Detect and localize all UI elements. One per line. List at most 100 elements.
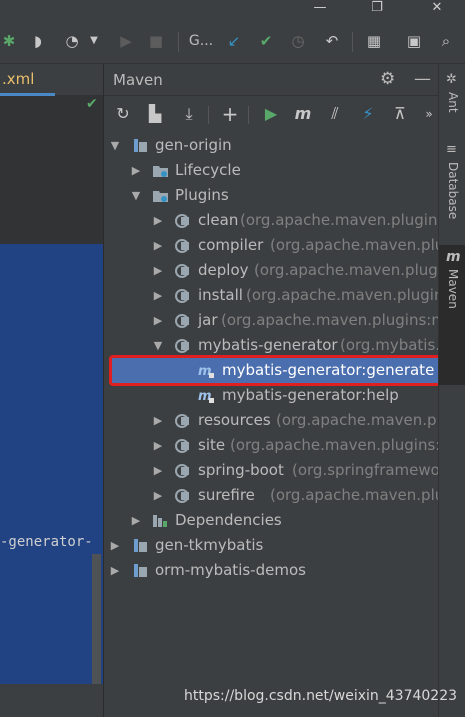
collapsed-arrow-icon[interactable]: ▶ bbox=[152, 208, 164, 233]
tree-item-dependencies[interactable]: ▶ Dependencies bbox=[104, 508, 439, 533]
tree-item-plugin-resources[interactable]: ▶ resources (org.apache.maven.plu bbox=[104, 408, 451, 433]
add-icon[interactable]: + bbox=[219, 104, 241, 124]
maven-toolbar: ↻ ▙ ⤓ + ▶ m ⫽ ⚡ ⊼ » bbox=[104, 97, 439, 131]
search-icon[interactable]: ⌕ bbox=[436, 31, 456, 51]
side-tab-maven[interactable]: m Maven bbox=[439, 245, 465, 385]
toolbar-separator bbox=[248, 106, 249, 124]
expanded-arrow-icon[interactable]: ▼ bbox=[130, 183, 142, 208]
watermark-text: https://blog.csdn.net/weixin_43740223 bbox=[184, 688, 458, 704]
maven-panel-header: Maven ⚙ — bbox=[104, 64, 439, 96]
execute-goal-icon[interactable]: m bbox=[292, 104, 314, 124]
vcs-commit-icon[interactable]: ✔ bbox=[256, 31, 276, 51]
tree-item-label: Lifecycle bbox=[175, 161, 241, 179]
stop-icon[interactable]: ■ bbox=[146, 31, 166, 51]
run-icon[interactable]: ▶ bbox=[260, 104, 282, 124]
coverage-icon[interactable]: ◗ bbox=[28, 31, 48, 51]
close-icon[interactable]: ✕ bbox=[417, 0, 457, 18]
tree-item-plugin-compiler[interactable]: ▶ compiler (org.apache.maven.plug bbox=[104, 233, 454, 258]
collapsed-arrow-icon[interactable]: ▶ bbox=[109, 558, 121, 583]
tree-item-label: gen-origin bbox=[155, 136, 232, 154]
editor-code-fragment: -generator- bbox=[0, 534, 93, 550]
tree-item-gen-tkmybatis[interactable]: ▶ gen-tkmybatis bbox=[104, 533, 439, 558]
tree-item-plugin-surefire[interactable]: ▶ surefire (org.apache.maven.plugi bbox=[104, 483, 458, 508]
rollback-icon[interactable]: ↶ bbox=[322, 31, 342, 51]
download-icon[interactable]: ⤓ bbox=[178, 104, 200, 124]
plugin-icon bbox=[175, 214, 189, 228]
tree-item-label: install bbox=[198, 286, 243, 304]
tree-item-detail: (org.apache.maven.plugins:m bbox=[230, 436, 455, 454]
restore-icon[interactable]: ❐ bbox=[357, 0, 397, 18]
collapsed-arrow-icon[interactable]: ▶ bbox=[152, 458, 164, 483]
build-icon[interactable]: ▶ bbox=[116, 31, 136, 51]
collapsed-arrow-icon[interactable]: ▶ bbox=[152, 408, 164, 433]
generate-sources-icon[interactable]: ▙ bbox=[144, 104, 166, 124]
inspection-ok-icon: ✔ bbox=[86, 96, 98, 112]
vcs-update-icon[interactable]: ↙ bbox=[224, 31, 244, 51]
tree-item-plugin-site[interactable]: ▶ site (org.apache.maven.plugins:m bbox=[104, 433, 455, 458]
run-config-label[interactable]: G... bbox=[186, 31, 216, 51]
more-icon[interactable]: » bbox=[418, 104, 440, 124]
tree-item-plugin-clean[interactable]: ▶ clean (org.apache.maven.plugins: bbox=[104, 208, 451, 233]
plugin-icon bbox=[175, 339, 189, 353]
collapsed-arrow-icon[interactable]: ▶ bbox=[152, 283, 164, 308]
plugins-folder-icon bbox=[153, 191, 168, 202]
plugin-icon bbox=[175, 239, 189, 253]
expanded-arrow-icon[interactable]: ▼ bbox=[109, 133, 121, 158]
highlight-box bbox=[109, 355, 460, 386]
tree-item-goal-help[interactable]: m mybatis-generator:help bbox=[104, 383, 439, 408]
maven-icon: m bbox=[446, 249, 461, 265]
tree-item-orm-mybatis-demos[interactable]: ▶ orm-mybatis-demos bbox=[104, 558, 439, 583]
tree-item-plugin-jar[interactable]: ▶ jar (org.apache.maven.plugins:ma bbox=[104, 308, 455, 333]
tree-item-label: spring-boot bbox=[198, 461, 284, 479]
maven-project-icon bbox=[134, 139, 147, 152]
profiler-icon[interactable]: ◔ bbox=[62, 31, 82, 51]
tree-item-label: orm-mybatis-demos bbox=[155, 561, 306, 579]
side-tab-label: Database bbox=[446, 162, 460, 220]
collapsed-arrow-icon[interactable]: ▶ bbox=[152, 433, 164, 458]
debug-icon[interactable]: ✱ bbox=[0, 31, 18, 51]
tree-item-lifecycle[interactable]: ▶ Lifecycle bbox=[104, 158, 439, 183]
tree-item-gen-origin[interactable]: ▼ gen-origin bbox=[104, 133, 439, 158]
gear-icon[interactable]: ⚙ bbox=[380, 69, 395, 89]
tree-item-detail: (org.apache.maven.plu bbox=[276, 411, 451, 429]
toolbar-separator bbox=[208, 106, 209, 124]
minimize-icon[interactable]: — bbox=[300, 0, 340, 18]
profiler-dropdown-icon[interactable]: ▼ bbox=[88, 31, 100, 51]
lifecycle-folder-icon bbox=[153, 166, 168, 177]
tree-item-plugins[interactable]: ▼ Plugins bbox=[104, 183, 439, 208]
tree-item-label: jar bbox=[198, 311, 218, 329]
dependencies-icon bbox=[153, 515, 167, 527]
hide-panel-icon[interactable]: — bbox=[414, 69, 431, 89]
plugin-icon bbox=[175, 314, 189, 328]
toggle-offline-icon[interactable]: ⫽ bbox=[324, 104, 346, 124]
collapsed-arrow-icon[interactable]: ▶ bbox=[109, 533, 121, 558]
side-tab-label: Maven bbox=[446, 269, 460, 309]
collapsed-arrow-icon[interactable]: ▶ bbox=[152, 483, 164, 508]
tree-item-label: clean bbox=[198, 211, 239, 229]
project-structure-icon[interactable]: ▦ bbox=[364, 31, 384, 51]
editor-scrollbar[interactable] bbox=[92, 554, 101, 684]
tree-item-plugin-spring-boot[interactable]: ▶ spring-boot (org.springframewor bbox=[104, 458, 446, 483]
collapsed-arrow-icon[interactable]: ▶ bbox=[130, 158, 142, 183]
plugin-icon bbox=[175, 264, 189, 278]
editor-selection bbox=[0, 244, 103, 684]
collapse-all-icon[interactable]: ⊼ bbox=[389, 104, 411, 124]
terminal-icon[interactable]: ▣ bbox=[404, 31, 424, 51]
tree-item-label: gen-tkmybatis bbox=[155, 536, 264, 554]
tree-item-plugin-install[interactable]: ▶ install (org.apache.maven.plugins bbox=[104, 283, 452, 308]
collapsed-arrow-icon[interactable]: ▶ bbox=[152, 258, 164, 283]
skip-tests-icon[interactable]: ⚡ bbox=[357, 104, 379, 124]
tree-item-plugin-deploy[interactable]: ▶ deploy (org.apache.maven.plugin bbox=[104, 258, 452, 283]
editor-tab[interactable]: .xml bbox=[0, 64, 103, 96]
collapsed-arrow-icon[interactable]: ▶ bbox=[152, 233, 164, 258]
tree-item-detail: (org.apache.maven.plug bbox=[270, 236, 454, 254]
collapsed-arrow-icon[interactable]: ▶ bbox=[130, 508, 142, 533]
reload-icon[interactable]: ↻ bbox=[112, 104, 134, 124]
collapsed-arrow-icon[interactable]: ▶ bbox=[152, 308, 164, 333]
history-icon[interactable]: ◷ bbox=[288, 31, 308, 51]
right-tool-strip: ✲ Ant ≡ Database m Maven bbox=[438, 64, 465, 717]
maven-goal-icon: m bbox=[198, 389, 214, 404]
side-tab-database[interactable]: ≡ Database bbox=[439, 138, 465, 238]
window-title-bar: — ❐ ✕ bbox=[0, 0, 465, 18]
side-tab-ant[interactable]: ✲ Ant bbox=[439, 68, 465, 128]
